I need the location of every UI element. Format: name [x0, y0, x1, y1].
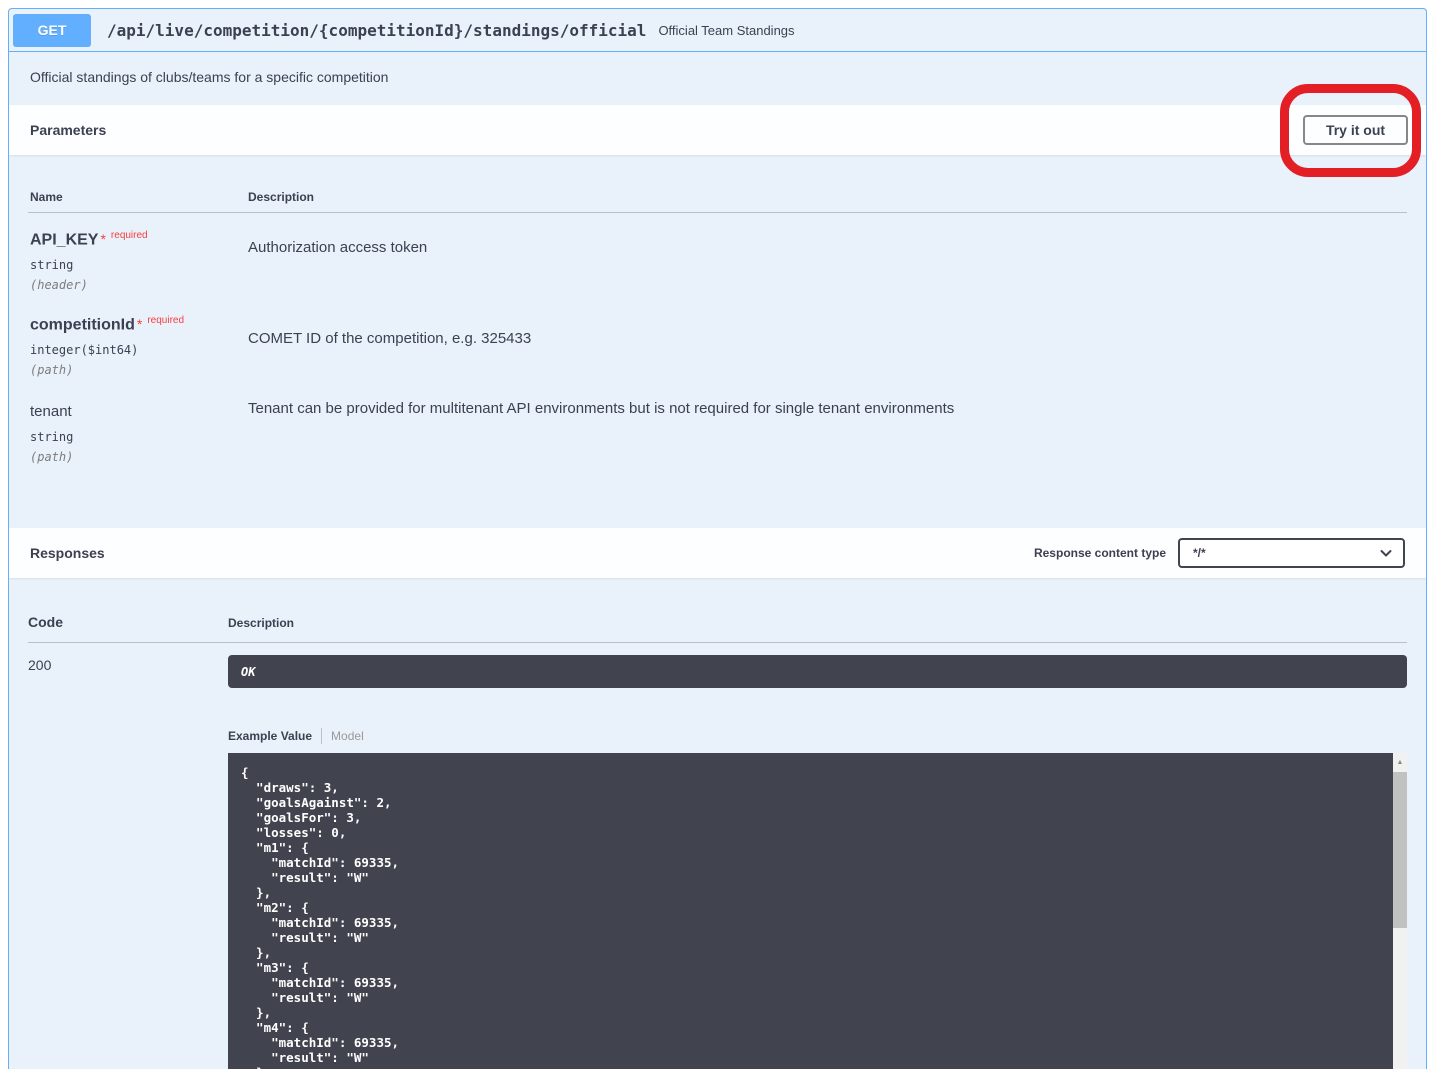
param-description: COMET ID of the competition, e.g. 325433	[248, 330, 531, 347]
example-json: { "draws": 3, "goalsAgainst": 2, "goalsF…	[228, 753, 1393, 1069]
responses-header-divider	[28, 642, 1407, 643]
required-label: required	[147, 315, 184, 326]
required-star: *	[137, 316, 142, 332]
param-location: (path)	[30, 363, 184, 377]
param-row-api-key: API_KEY* required string (header)	[30, 230, 148, 292]
params-header-divider	[28, 212, 1407, 213]
response-model-tabs: Example Value Model	[228, 728, 364, 744]
tab-model[interactable]: Model	[331, 729, 364, 743]
response-content-type-label: Response content type	[1034, 546, 1166, 560]
scrollbar-up-arrow-icon[interactable]: ▲	[1393, 753, 1407, 771]
param-location: (header)	[30, 278, 148, 292]
response-status-bar: OK	[228, 655, 1407, 688]
http-method-badge: GET	[13, 14, 91, 47]
param-location: (path)	[30, 450, 73, 464]
response-content-type-value: */*	[1193, 546, 1206, 560]
required-star: *	[100, 231, 105, 247]
param-row-tenant: tenant string (path)	[30, 403, 73, 464]
param-type: integer($int64)	[30, 343, 184, 357]
opblock-get: GET /api/live/competition/{competitionId…	[8, 8, 1427, 1069]
responses-title: Responses	[9, 545, 105, 561]
response-status-text: OK	[241, 665, 255, 679]
response-description-column-header: Description	[228, 616, 294, 630]
param-name: competitionId	[30, 316, 135, 333]
responses-section-header: Responses Response content type */*	[9, 528, 1426, 578]
param-type: string	[30, 430, 73, 444]
code-scrollbar[interactable]: ▲	[1393, 753, 1407, 1069]
param-description: Authorization access token	[248, 239, 427, 256]
operation-summary-bar[interactable]: GET /api/live/competition/{competitionId…	[9, 9, 1426, 52]
param-row-competition-id: competitionId* required integer($int64) (…	[30, 315, 184, 377]
try-it-out-button[interactable]: Try it out	[1303, 115, 1408, 145]
param-name-column-header: Name	[30, 190, 63, 204]
response-code-column-header: Code	[28, 614, 63, 630]
param-description-column-header: Description	[248, 190, 314, 204]
parameters-title: Parameters	[9, 122, 106, 138]
parameters-section-header: Parameters Try it out	[9, 105, 1426, 155]
chevron-down-icon	[1379, 546, 1393, 560]
swagger-operation-page: GET /api/live/competition/{competitionId…	[0, 0, 1435, 1069]
response-content-type-select[interactable]: */*	[1178, 538, 1405, 568]
endpoint-path: /api/live/competition/{competitionId}/st…	[107, 21, 646, 40]
required-label: required	[111, 230, 148, 241]
response-code: 200	[28, 657, 51, 673]
param-name: tenant	[30, 403, 72, 420]
param-description: Tenant can be provided for multitenant A…	[248, 400, 954, 417]
scrollbar-thumb[interactable]	[1393, 772, 1407, 928]
param-type: string	[30, 258, 148, 272]
tab-example-value[interactable]: Example Value	[228, 729, 312, 743]
param-name: API_KEY	[30, 231, 98, 248]
operation-description: Official standings of clubs/teams for a …	[30, 69, 388, 85]
tab-separator	[321, 728, 322, 744]
example-code-block: { "draws": 3, "goalsAgainst": 2, "goalsF…	[228, 753, 1407, 1069]
response-content-type-controls: Response content type */*	[1034, 538, 1426, 568]
endpoint-summary: Official Team Standings	[658, 23, 794, 38]
